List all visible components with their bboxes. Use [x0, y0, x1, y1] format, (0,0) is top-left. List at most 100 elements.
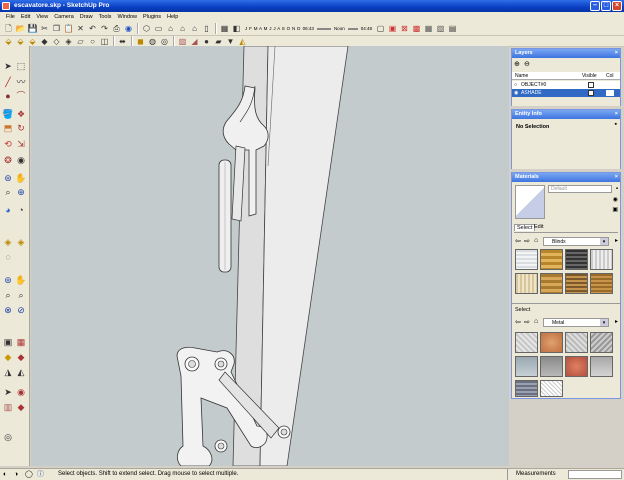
home-icon[interactable]: ⌂ [534, 237, 538, 244]
layer-color-swatch[interactable] [606, 90, 614, 96]
forward-arrow-icon[interactable]: ⇨ [524, 318, 530, 326]
select-arrow-icon[interactable]: ➤ [2, 60, 14, 72]
offset-tool-icon[interactable]: ❂ [2, 154, 14, 166]
menu-edit[interactable]: Edit [18, 14, 33, 20]
instructor-icon[interactable]: ⓘ [37, 469, 44, 480]
wireframe-icon[interactable]: ⊠ [399, 23, 410, 34]
back-view-icon[interactable]: ⌂ [189, 23, 200, 34]
menu-camera[interactable]: Camera [51, 14, 77, 20]
material-swatch[interactable] [515, 273, 538, 294]
dimension-icon[interactable]: ◇ [51, 36, 62, 47]
back-edges-icon[interactable]: ▣ [387, 23, 398, 34]
menu-view[interactable]: View [33, 14, 51, 20]
back-arrow-icon[interactable]: ⇦ [515, 318, 521, 326]
material-swatch[interactable] [515, 356, 538, 377]
text-icon[interactable]: ▱ [75, 36, 86, 47]
menu-help[interactable]: Help [164, 14, 181, 20]
material-swatch[interactable] [590, 273, 613, 294]
protractor-tool-icon[interactable]: ◮ [2, 366, 14, 378]
tab-edit[interactable]: Edit [532, 224, 545, 230]
details-icon[interactable]: ▸ [615, 237, 618, 244]
zoom-window-icon[interactable]: ⌕ [2, 289, 14, 301]
tape-icon[interactable]: ◆ [39, 36, 50, 47]
line-icon[interactable]: ╱ [2, 76, 14, 88]
material-swatch[interactable] [590, 332, 613, 353]
rectangle-icon[interactable]: ▨ [177, 36, 188, 47]
new-file-icon[interactable]: 🗋 [3, 23, 14, 34]
hidden-line-icon[interactable]: ▩ [411, 23, 422, 34]
sandbox-icon[interactable]: ⬌ [117, 36, 128, 47]
zoom-extents-icon[interactable]: ⊕ [15, 186, 27, 198]
material-swatch[interactable] [565, 332, 588, 353]
material-eye-icon[interactable]: ▪ [616, 186, 618, 192]
position-camera-icon[interactable]: ◕ [2, 204, 14, 216]
menu-tools[interactable]: Tools [96, 14, 115, 20]
sandbox-tool-icon[interactable]: ◈ [2, 236, 14, 248]
model-info-icon[interactable]: ◉ [123, 23, 134, 34]
image-icon[interactable]: ▥ [2, 401, 14, 413]
layer-radio-icon[interactable]: ○ [514, 81, 517, 89]
material-swatch[interactable] [540, 356, 563, 377]
materials-header[interactable]: Materials × [512, 173, 620, 182]
print-icon[interactable]: ⎙ [111, 23, 122, 34]
arc-icon[interactable]: ● [2, 90, 14, 102]
shapes-icon[interactable]: ◆ [15, 401, 27, 413]
open-file-icon[interactable]: 📂 [15, 23, 26, 34]
look-around-icon[interactable]: ◔ [15, 204, 27, 216]
axes-icon[interactable]: ○ [87, 36, 98, 47]
drawing-viewport[interactable] [31, 46, 509, 466]
select-arrow-icon[interactable]: ➤ [2, 386, 14, 398]
axes-tool-icon[interactable]: ◆ [2, 351, 14, 363]
maximize-button[interactable]: □ [601, 1, 611, 11]
pushpull-tool-icon[interactable]: ⬒ [2, 122, 14, 134]
geo-location-icon[interactable]: ◐ [3, 469, 7, 480]
layer-row[interactable]: ◉ ASHADE [512, 89, 620, 97]
chevron-down-icon[interactable]: ▾ [600, 319, 608, 326]
material-swatch[interactable] [540, 249, 563, 270]
union-icon[interactable]: ◎ [159, 36, 170, 47]
eye-icon[interactable]: ◎ [2, 431, 14, 443]
cut-icon[interactable]: ✂ [39, 23, 50, 34]
scale-icon[interactable]: ⇲ [15, 138, 27, 150]
followme-tool-icon[interactable]: ⟲ [2, 138, 14, 150]
panel-close-icon[interactable]: × [615, 110, 618, 119]
material-name-field[interactable]: Default [548, 185, 612, 193]
menu-window[interactable]: Window [114, 14, 140, 20]
menu-file[interactable]: File [3, 14, 18, 20]
circle-icon[interactable]: ● [201, 36, 212, 47]
zoom-icon[interactable]: ⌕ [2, 186, 14, 198]
orbit-icon[interactable]: ⊛ [2, 172, 14, 184]
back-arrow-icon[interactable]: ⇦ [515, 237, 521, 245]
material-swatch[interactable] [565, 356, 588, 377]
delete-layer-icon[interactable]: ⊖ [524, 60, 530, 68]
walk-icon[interactable]: ⊛ [2, 274, 14, 286]
left-view-icon[interactable]: ▯ [201, 23, 212, 34]
outer-shell-icon[interactable]: ◼ [135, 36, 146, 47]
next-view-icon[interactable]: ⊘ [15, 304, 27, 316]
copy-icon[interactable]: ❐ [51, 23, 62, 34]
previous-view-icon[interactable]: ⊗ [2, 304, 14, 316]
material-swatch[interactable] [590, 356, 613, 377]
polyarc-icon[interactable]: ⌒ [15, 90, 27, 102]
shaded-textures-icon[interactable]: ▧ [435, 23, 446, 34]
material-swatch[interactable] [515, 380, 538, 397]
time-slider[interactable] [316, 27, 331, 30]
shadow-settings-icon[interactable]: ▦ [219, 23, 230, 34]
undo-icon[interactable]: ↶ [87, 23, 98, 34]
shadow-toggle-icon[interactable]: ◧ [231, 23, 242, 34]
eraser-icon[interactable]: ⬙ [27, 36, 38, 47]
front-view-icon[interactable]: ⌂ [165, 23, 176, 34]
text-tool-icon[interactable]: ◭ [15, 366, 27, 378]
hand-icon[interactable]: ✋ [15, 274, 27, 286]
layers-header[interactable]: Layers × [512, 49, 620, 58]
measurements-input[interactable] [568, 470, 622, 479]
help-icon[interactable]: ◯ [25, 469, 33, 480]
home-icon[interactable]: ⌂ [534, 318, 538, 325]
library-select-2[interactable]: Metal ▾ [543, 318, 609, 327]
panel-close-icon[interactable]: × [615, 173, 618, 182]
follow-me-icon[interactable]: ▼ [225, 36, 236, 47]
expand-icon[interactable]: ▪ [615, 121, 617, 128]
panel-close-icon[interactable]: × [615, 49, 618, 58]
material-swatch[interactable] [565, 249, 588, 270]
add-layer-icon[interactable]: ⊕ [514, 60, 520, 68]
